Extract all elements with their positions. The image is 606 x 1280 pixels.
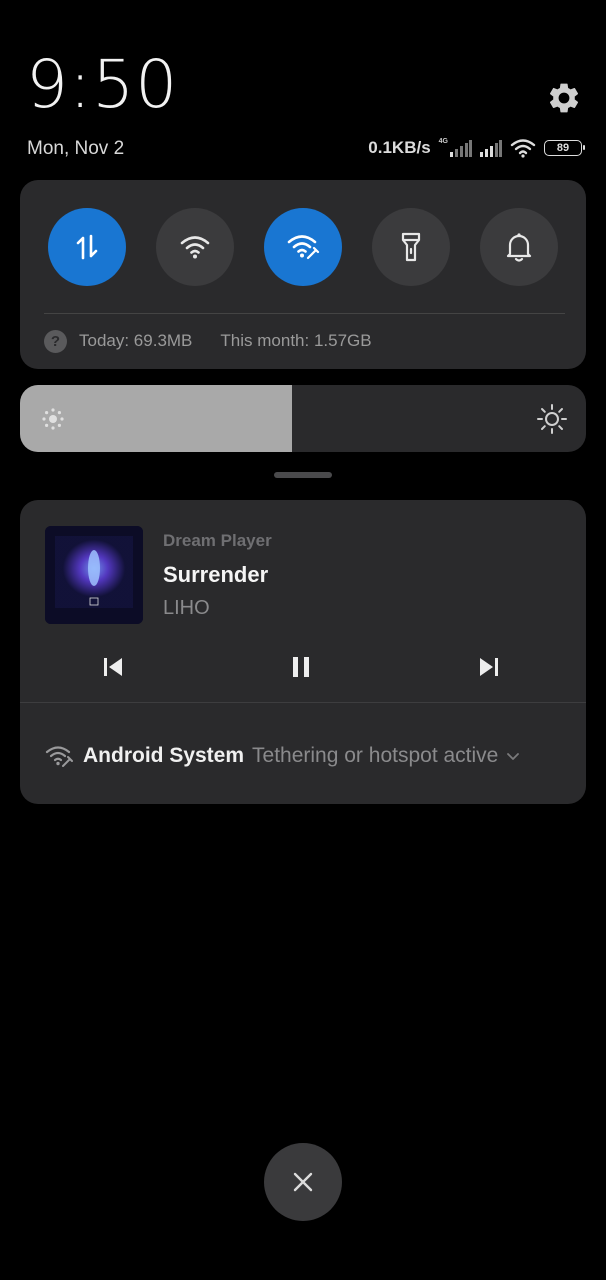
flashlight-icon (401, 232, 421, 262)
pause-icon (293, 657, 309, 677)
tile-hotspot[interactable] (264, 208, 342, 286)
tile-mobile-data[interactable] (48, 208, 126, 286)
album-art[interactable] (45, 526, 143, 624)
data-usage-row[interactable]: ? Today: 69.3MB This month: 1.57GB (44, 329, 372, 353)
battery-indicator: 89 (544, 140, 585, 156)
help-icon: ? (44, 329, 67, 353)
wifi-status-icon (510, 139, 536, 158)
hotspot-icon (287, 235, 320, 260)
data-arrows-icon (76, 234, 98, 260)
system-notification-text: Tethering or hotspot active (252, 744, 499, 767)
tile-sound[interactable] (480, 208, 558, 286)
quick-settings-panel: ? Today: 69.3MB This month: 1.57GB (20, 180, 586, 369)
album-art-image (45, 526, 143, 624)
chevron-down-icon[interactable] (506, 751, 520, 761)
bell-icon (506, 233, 532, 262)
signal-strength-icon (450, 140, 472, 157)
notification-divider (20, 702, 586, 703)
media-app-name: Dream Player (163, 531, 272, 550)
quick-settings-divider (44, 313, 565, 314)
clear-notifications-button[interactable] (264, 1143, 342, 1221)
tile-wifi[interactable] (156, 208, 234, 286)
clock-time: 9:50 (26, 46, 179, 123)
skip-previous-icon (104, 658, 122, 676)
hotspot-small-icon (45, 746, 73, 767)
close-icon (293, 1172, 313, 1192)
network-speed: 0.1KB/s (368, 138, 431, 157)
settings-gear-icon[interactable] (546, 80, 582, 116)
system-notification-app: Android System (83, 744, 245, 767)
song-title: Surrender (163, 562, 269, 587)
usage-month: This month: 1.57GB (220, 331, 372, 350)
brightness-high-icon (537, 404, 567, 434)
wifi-icon (180, 236, 210, 259)
previous-track-button[interactable] (96, 650, 130, 684)
brightness-low-icon (42, 408, 64, 430)
brightness-slider[interactable] (20, 385, 586, 452)
pause-button[interactable] (284, 650, 318, 684)
usage-today: Today: 69.3MB (79, 331, 193, 350)
next-track-button[interactable] (472, 650, 506, 684)
system-notification[interactable]: Android System Tethering or hotspot acti… (45, 741, 520, 771)
song-artist: LIHO (163, 597, 210, 619)
notification-card: Dream Player Surrender LIHO Android Syst… (20, 500, 586, 804)
signal-strength-icon-2 (480, 140, 502, 157)
status-bar: 0.1KB/s 4G 89 (368, 136, 585, 160)
skip-next-icon (480, 658, 498, 676)
network-type-label: 4G (438, 137, 448, 145)
drag-handle[interactable] (274, 472, 332, 478)
date-label: Mon, Nov 2 (27, 138, 125, 159)
tile-flashlight[interactable] (372, 208, 450, 286)
battery-level: 89 (556, 142, 570, 154)
